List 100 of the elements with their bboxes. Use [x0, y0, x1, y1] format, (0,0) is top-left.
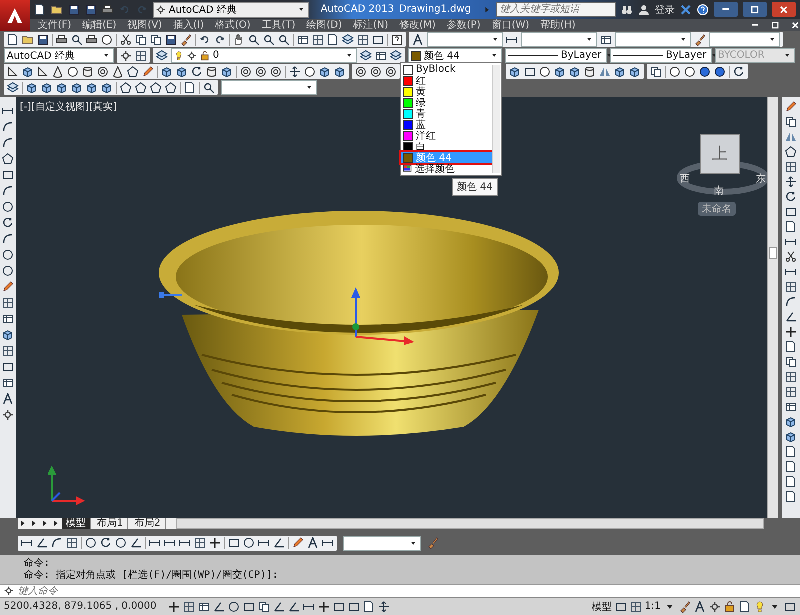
undo-icon[interactable] [199, 34, 211, 46]
cone-icon[interactable] [52, 66, 64, 78]
torus-icon[interactable] [385, 66, 397, 78]
line-icon[interactable] [785, 266, 797, 278]
cube-icon[interactable] [221, 66, 233, 78]
rect-icon[interactable] [524, 66, 536, 78]
angle-icon[interactable] [272, 600, 285, 612]
line-icon[interactable] [258, 537, 270, 549]
color-option[interactable]: 黄 [401, 86, 493, 97]
rotate-icon[interactable] [733, 66, 745, 78]
command-input[interactable]: 键入命令 [18, 586, 800, 596]
cylinder-icon[interactable] [206, 66, 218, 78]
page-icon[interactable] [785, 341, 797, 353]
sphere-icon[interactable] [304, 66, 316, 78]
color-option[interactable]: 洋红 [401, 130, 493, 141]
magnifier-icon[interactable] [203, 82, 215, 94]
binoculars-icon[interactable] [621, 4, 633, 16]
scissors-icon[interactable] [120, 34, 132, 46]
rect-icon[interactable] [228, 537, 240, 549]
page-icon[interactable] [362, 600, 375, 612]
rect-icon[interactable] [785, 206, 797, 218]
cube-icon[interactable] [785, 431, 797, 443]
page-icon[interactable] [184, 82, 196, 94]
lock-icon[interactable] [724, 600, 736, 612]
grid-icon[interactable] [2, 297, 14, 309]
line-icon[interactable] [149, 537, 161, 549]
rotate-icon[interactable] [100, 537, 112, 549]
arc-icon[interactable] [2, 185, 14, 197]
color-option[interactable]: 绿 [401, 97, 493, 108]
vertical-scrollbar[interactable] [767, 97, 778, 518]
cylinder-icon[interactable] [82, 66, 94, 78]
menu-item[interactable]: 标注(N) [353, 18, 389, 32]
cone-icon[interactable] [112, 66, 124, 78]
folder-icon[interactable] [51, 4, 63, 16]
restore-icon[interactable] [771, 20, 780, 30]
help-icon[interactable] [697, 4, 709, 16]
menu-item[interactable]: 编辑(E) [82, 18, 117, 32]
grid-icon[interactable] [2, 345, 14, 357]
layers-icon[interactable] [360, 50, 372, 62]
model-space-button[interactable]: 模型 [592, 600, 612, 614]
line-icon[interactable] [179, 537, 191, 549]
rect-icon[interactable] [614, 600, 627, 612]
circle-icon[interactable] [2, 265, 14, 277]
grid-icon[interactable] [135, 50, 147, 62]
angle-icon[interactable] [36, 537, 48, 549]
rect-icon[interactable] [348, 600, 360, 612]
cross-icon[interactable] [785, 326, 797, 338]
cube-icon[interactable] [86, 82, 98, 94]
polygon-icon[interactable] [150, 82, 162, 94]
cube-icon[interactable] [161, 66, 173, 78]
cube-icon[interactable] [319, 66, 331, 78]
torus-icon[interactable] [97, 66, 109, 78]
magnifier-icon[interactable] [263, 34, 275, 46]
cube-icon[interactable] [785, 416, 797, 428]
grid-icon[interactable] [785, 281, 797, 293]
polygon-icon[interactable] [165, 82, 177, 94]
sphere-icon[interactable] [67, 66, 79, 78]
circle-icon[interactable] [115, 537, 127, 549]
cube-icon[interactable] [2, 329, 14, 341]
cube-icon[interactable] [41, 82, 53, 94]
printer-icon[interactable] [86, 34, 98, 46]
close-icon[interactable] [791, 20, 800, 30]
table-icon[interactable] [297, 34, 309, 46]
letter-icon[interactable] [307, 537, 319, 549]
color-dropdown[interactable]: 颜色 44 [408, 48, 502, 63]
menu-item[interactable]: 帮助(H) [540, 18, 576, 32]
table-icon[interactable] [785, 401, 797, 413]
grid-icon[interactable] [312, 34, 324, 46]
cube-icon[interactable] [334, 66, 346, 78]
app-logo-icon[interactable] [0, 0, 30, 31]
menu-item[interactable]: 修改(M) [400, 18, 436, 32]
redo-icon[interactable] [214, 34, 226, 46]
dropdown-scrollbar[interactable] [492, 65, 500, 173]
line-icon[interactable] [322, 537, 334, 549]
cross-icon[interactable] [168, 600, 180, 612]
grid-icon[interactable] [785, 386, 797, 398]
letter-icon[interactable] [412, 34, 424, 46]
compass-south-label[interactable]: 南 [714, 184, 724, 198]
line-icon[interactable] [164, 537, 176, 549]
rect-icon[interactable] [2, 361, 14, 373]
table-icon[interactable] [198, 600, 210, 612]
cube-icon[interactable] [71, 82, 83, 94]
page-icon[interactable] [785, 476, 797, 488]
compass-east-label[interactable]: 东 [756, 172, 766, 186]
rotate-icon[interactable] [785, 191, 797, 203]
magnifier-icon[interactable] [278, 34, 290, 46]
grid-icon[interactable] [66, 537, 78, 549]
menu-item[interactable]: 窗口(W) [492, 18, 530, 32]
brush-icon[interactable] [180, 34, 192, 46]
torus-icon[interactable] [240, 66, 252, 78]
layers-icon[interactable] [390, 50, 402, 62]
lineweight-dropdown[interactable]: ByLayer [610, 48, 712, 63]
grid-icon[interactable] [785, 371, 797, 383]
torus-icon[interactable] [355, 66, 367, 78]
minimize-icon[interactable] [751, 24, 760, 26]
polygon-icon[interactable] [135, 82, 147, 94]
brush-icon[interactable] [679, 600, 691, 612]
menu-item[interactable]: 格式(O) [215, 18, 251, 32]
copy-icon[interactable] [135, 34, 147, 46]
cube-icon[interactable] [554, 66, 566, 78]
